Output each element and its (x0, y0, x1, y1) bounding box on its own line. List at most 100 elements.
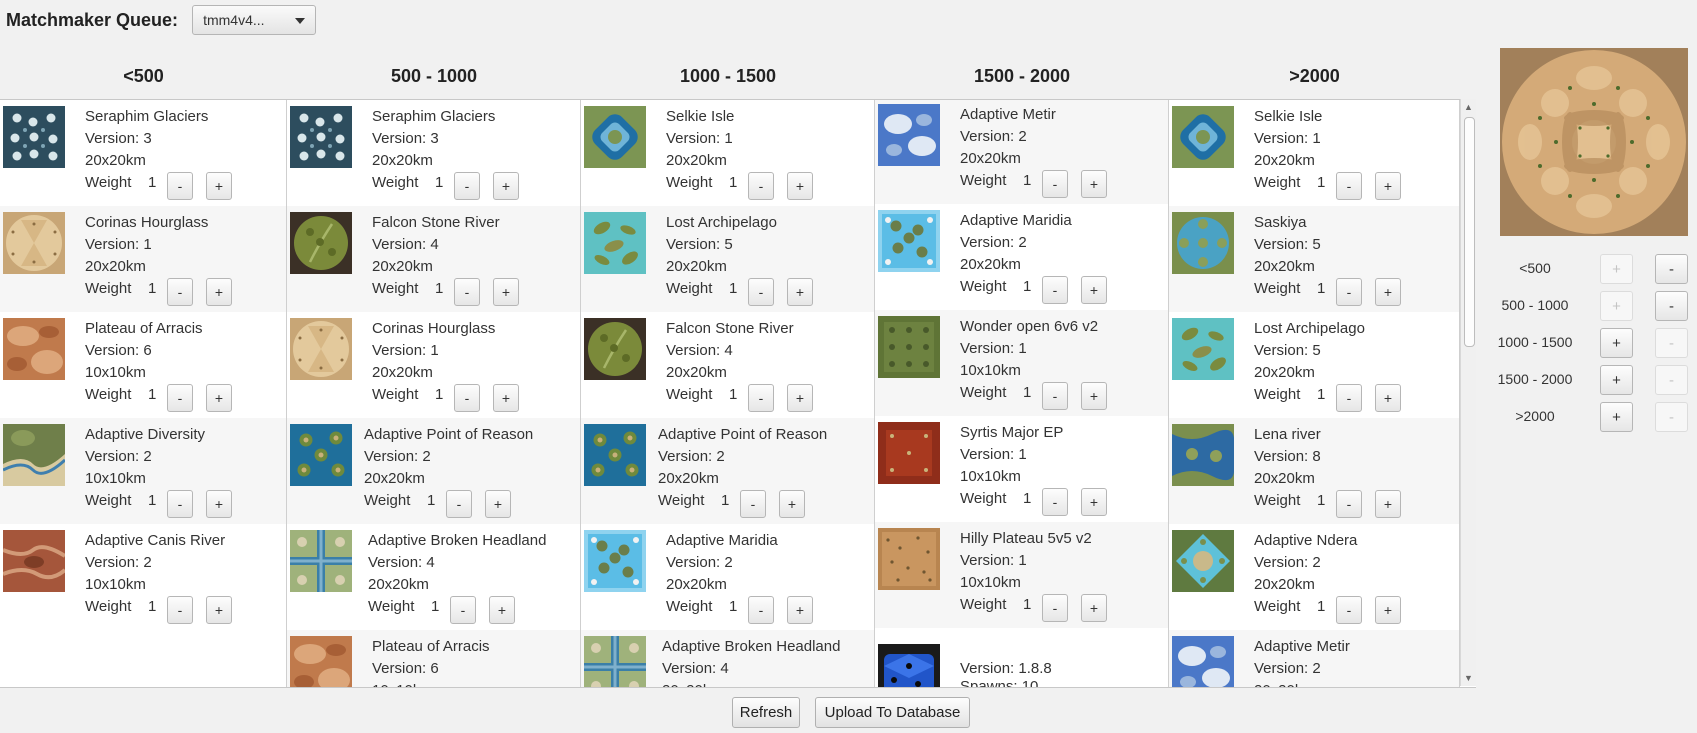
remove-bracket-button[interactable]: - (1655, 254, 1688, 284)
increase-weight-button[interactable]: + (1081, 276, 1107, 304)
weight-label: Weight (372, 280, 419, 297)
increase-weight-button[interactable]: + (787, 384, 813, 412)
increase-weight-button[interactable]: + (1375, 490, 1401, 518)
decrease-weight-button[interactable]: - (1042, 276, 1068, 304)
weight-label: Weight (960, 490, 1007, 507)
decrease-weight-button[interactable]: - (1042, 170, 1068, 198)
decrease-weight-button[interactable]: - (446, 490, 472, 518)
refresh-button[interactable]: Refresh (732, 697, 800, 728)
map-size: 20x20km (1254, 152, 1315, 169)
remove-bracket-button[interactable]: - (1655, 328, 1688, 358)
map-size: 10x10km (85, 470, 146, 487)
queue-select[interactable]: tmm4v4... (192, 5, 317, 35)
increase-weight-button[interactable]: + (1081, 488, 1107, 516)
add-bracket-button[interactable]: + (1600, 365, 1633, 395)
increase-weight-button[interactable]: + (1081, 382, 1107, 410)
decrease-weight-button[interactable]: - (167, 384, 193, 412)
remove-bracket-button[interactable]: - (1655, 365, 1688, 395)
add-bracket-button[interactable]: + (1600, 402, 1633, 432)
increase-weight-button[interactable]: + (206, 172, 232, 200)
table-scrollbar[interactable]: ▲ ▼ (1460, 99, 1476, 686)
decrease-weight-button[interactable]: - (450, 596, 476, 624)
decrease-weight-button[interactable]: - (748, 172, 774, 200)
remove-bracket-button[interactable]: - (1655, 291, 1688, 321)
increase-weight-button[interactable]: + (493, 384, 519, 412)
increase-weight-button[interactable]: + (1081, 170, 1107, 198)
scroll-down-icon[interactable]: ▼ (1461, 670, 1476, 686)
increase-weight-button[interactable]: + (1375, 384, 1401, 412)
map-name: Adaptive Point of Reason (364, 426, 534, 443)
map-version: Version: 2 (960, 128, 1027, 145)
decrease-weight-button[interactable]: - (740, 490, 766, 518)
weight-value: 1 (1023, 172, 1032, 189)
decrease-weight-button[interactable]: - (167, 278, 193, 306)
weight-label: Weight (960, 596, 1007, 613)
map-thumbnail (1172, 424, 1234, 486)
map-list-item: Lena river Version: 8 20x20km Weight 1- + (1169, 418, 1459, 524)
decrease-weight-button[interactable]: - (748, 278, 774, 306)
decrease-weight-button[interactable]: - (454, 172, 480, 200)
decrease-weight-button[interactable]: - (1042, 488, 1068, 516)
increase-weight-button[interactable]: + (206, 278, 232, 306)
increase-weight-button[interactable]: + (787, 172, 813, 200)
map-version: Version: 6 (372, 660, 439, 677)
increase-weight-button[interactable]: + (485, 490, 511, 518)
decrease-weight-button[interactable]: - (1336, 596, 1362, 624)
increase-weight-button[interactable]: + (1081, 594, 1107, 622)
decrease-weight-button[interactable]: - (167, 490, 193, 518)
map-thumbnail (584, 636, 646, 687)
increase-weight-button[interactable]: + (206, 596, 232, 624)
map-version: Version: 2 (960, 234, 1027, 251)
increase-weight-button[interactable]: + (787, 596, 813, 624)
map-name: Adaptive Ndera (1254, 532, 1358, 549)
add-bracket-button[interactable]: + (1600, 291, 1633, 321)
scroll-up-icon[interactable]: ▲ (1461, 99, 1476, 115)
decrease-weight-button[interactable]: - (454, 278, 480, 306)
weight-label: Weight (666, 386, 713, 403)
increase-weight-button[interactable]: + (489, 596, 515, 624)
bracket-control-row: 500 - 1000 + - (1480, 288, 1697, 324)
decrease-weight-button[interactable]: - (748, 384, 774, 412)
increase-weight-button[interactable]: + (1375, 278, 1401, 306)
scrollbar-thumb[interactable] (1464, 117, 1475, 347)
map-name: Adaptive Maridia (666, 532, 778, 549)
remove-bracket-button[interactable]: - (1655, 402, 1688, 432)
map-version: Version: 1 (960, 446, 1027, 463)
map-name: Seraphim Glaciers (372, 108, 496, 125)
map-version: Version: 1 (666, 130, 733, 147)
weight-value: 1 (148, 174, 157, 191)
decrease-weight-button[interactable]: - (748, 596, 774, 624)
increase-weight-button[interactable]: + (787, 278, 813, 306)
map-version: Version: 3 (85, 130, 152, 147)
weight-value: 1 (148, 280, 157, 297)
increase-weight-button[interactable]: + (779, 490, 805, 518)
bottom-bar: Refresh Upload To Database (0, 697, 1476, 729)
decrease-weight-button[interactable]: - (1336, 172, 1362, 200)
increase-weight-button[interactable]: + (493, 172, 519, 200)
decrease-weight-button[interactable]: - (454, 384, 480, 412)
decrease-weight-button[interactable]: - (167, 596, 193, 624)
add-bracket-button[interactable]: + (1600, 254, 1633, 284)
increase-weight-button[interactable]: + (1375, 172, 1401, 200)
decrease-weight-button[interactable]: - (1336, 384, 1362, 412)
decrease-weight-button[interactable]: - (1336, 490, 1362, 518)
map-size: 20x20km (666, 364, 727, 381)
increase-weight-button[interactable]: + (206, 490, 232, 518)
decrease-weight-button[interactable]: - (1042, 382, 1068, 410)
map-thumbnail (878, 316, 940, 378)
increase-weight-button[interactable]: + (206, 384, 232, 412)
decrease-weight-button[interactable]: - (1336, 278, 1362, 306)
decrease-weight-button[interactable]: - (1042, 594, 1068, 622)
increase-weight-button[interactable]: + (1375, 596, 1401, 624)
decrease-weight-button[interactable]: - (167, 172, 193, 200)
weight-label: Weight (368, 598, 415, 615)
weight-value: 1 (729, 598, 738, 615)
map-size: 20x20km (85, 258, 146, 275)
upload-to-database-button[interactable]: Upload To Database (815, 697, 970, 728)
add-bracket-button[interactable]: + (1600, 328, 1633, 358)
increase-weight-button[interactable]: + (493, 278, 519, 306)
weight-label: Weight (372, 174, 419, 191)
map-name: Selkie Isle (1254, 108, 1323, 125)
bracket-header-1: 500 - 1000 (390, 65, 478, 86)
weight-value: 1 (435, 280, 444, 297)
